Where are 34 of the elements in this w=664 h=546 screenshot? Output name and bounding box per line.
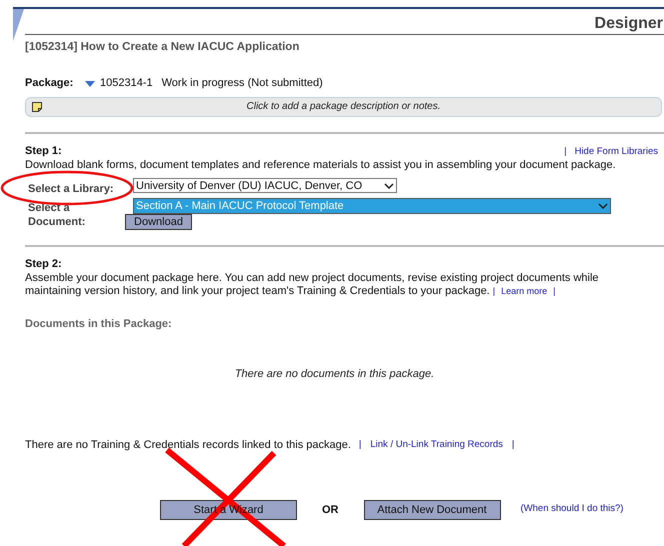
document-label: Select a Document:	[27, 200, 86, 229]
attach-document-button[interactable]: Attach New Document	[364, 500, 500, 520]
help-link[interactable]: (When should I do this?)	[520, 502, 624, 516]
library-select[interactable]: University of Denver (DU) IACUC, Denver, CO	[133, 178, 397, 194]
link-separator: |	[553, 286, 556, 296]
dropdown-arrow-icon[interactable]	[85, 80, 95, 86]
chevron-down-icon	[598, 202, 608, 209]
page-title: Designer	[594, 14, 664, 34]
hide-libraries-link[interactable]: Hide Form Libraries	[574, 146, 658, 157]
notes-prompt: Click to add a package description or notes.	[246, 100, 440, 114]
step-description: Assemble your document package here. You can add new project documents, revise existing project documents while maintaining version history, and link your project team's Training & Credentials to your package. | Learn more |	[25, 272, 600, 298]
step-heading: Step 2:	[25, 256, 63, 272]
step-heading: Step 1:	[25, 144, 62, 159]
training-message: There are no Training & Credentials records linked to this package.	[25, 438, 351, 453]
training-link[interactable]: Link / Un-Link Training Records	[370, 438, 503, 450]
package-title: [1052314] How to Create a New IACUC Application	[25, 40, 300, 55]
step-description: Download blank forms, document templates and reference materials to assist you in assembling your document package.	[25, 159, 617, 172]
link-separator: |	[564, 146, 567, 157]
download-button[interactable]: Download	[125, 214, 192, 230]
link-separator: |	[358, 438, 362, 450]
library-label: Select a Library:	[27, 182, 115, 198]
documents-heading: Documents in this Package:	[25, 317, 173, 332]
package-number: 1052314-1	[100, 76, 153, 92]
chevron-down-icon	[384, 182, 394, 189]
notes-bar[interactable]: Click to add a package description or notes.	[25, 96, 662, 117]
package-label: Package:	[25, 76, 74, 92]
learn-more-link[interactable]: Learn more	[501, 286, 548, 296]
link-separator: |	[512, 438, 514, 450]
or-label: OR	[322, 503, 338, 518]
link-separator: |	[492, 286, 496, 296]
empty-message: There are no documents in this package.	[234, 368, 434, 380]
package-status: Work in progress (Not submitted)	[162, 76, 323, 92]
note-icon	[32, 102, 42, 112]
corner-tab-icon	[13, 9, 24, 41]
